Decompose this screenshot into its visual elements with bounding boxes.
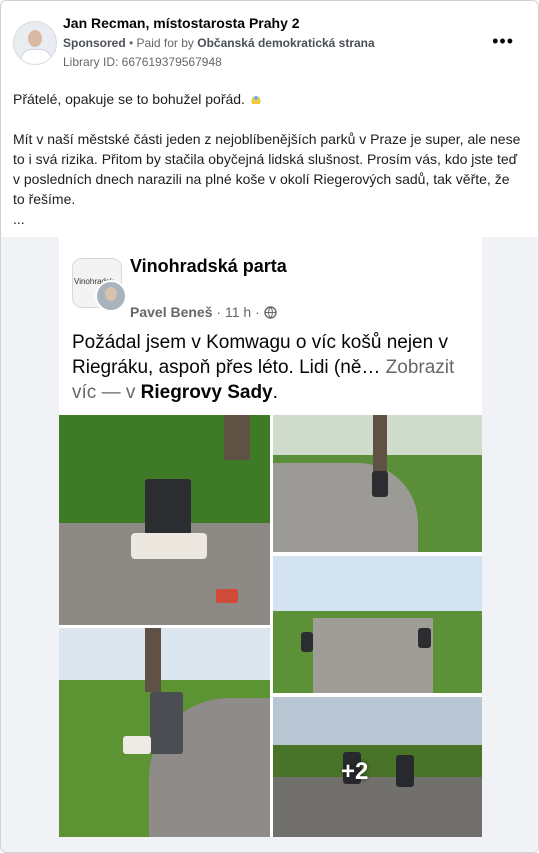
more-horizontal-icon[interactable]: ••• [492, 31, 514, 52]
post-text-line1: Přátelé, opakuje se to bohužel pořád. [13, 89, 524, 109]
photo-1-bin [145, 479, 191, 535]
photo-5-overlay [273, 697, 482, 837]
avatar-shirt [20, 49, 52, 64]
post-text-ellipsis[interactable]: ... [13, 209, 524, 229]
post-text-line2: Mít v naší městské části jeden z nejoblí… [13, 131, 521, 207]
paid-for-label: Paid for by [136, 36, 194, 50]
globe-icon [263, 306, 277, 319]
photo-5[interactable] [273, 697, 482, 837]
author-name[interactable]: Jan Recman, místostarosta Prahy 2 [63, 15, 300, 31]
photo-1-litter [131, 533, 207, 559]
photo-4[interactable] [273, 556, 482, 693]
photo-4-bin-right [418, 628, 431, 648]
post-meta: Pavel Beneš · 11 h · [130, 304, 277, 320]
sponsored-label[interactable]: Sponsored [63, 36, 126, 50]
meta-separator-2: · [255, 304, 260, 320]
avatar-face [28, 30, 42, 47]
post-time[interactable]: 11 h [225, 304, 251, 320]
photo-4-sky [273, 556, 482, 611]
photo-2[interactable] [273, 415, 482, 552]
photo-3-litter [123, 736, 151, 754]
photo-3-trunk [145, 628, 161, 692]
location-link[interactable]: Riegrovy Sady [141, 382, 273, 403]
author-avatar-small[interactable] [95, 280, 127, 312]
payer-name[interactable]: Občanská demokratická strana [197, 36, 374, 50]
photo-3-bin [150, 692, 183, 754]
crying-person-emoji-icon [250, 96, 261, 104]
shared-post-text: Požádal jsem v Komwagu o víc košů nejen … [72, 332, 455, 403]
photo-4-bin-left [301, 632, 313, 652]
meta-separator: · [216, 304, 222, 320]
sponsored-post-card: Jan Recman, místostarosta Prahy 2 Sponso… [0, 0, 539, 853]
photo-3-sky [59, 628, 270, 680]
author-avatar[interactable] [13, 21, 57, 65]
post-body: Přátelé, opakuje se to bohužel pořád. Mí… [13, 89, 524, 229]
photo-3[interactable] [59, 628, 270, 837]
avatar-face-small [105, 287, 117, 301]
photo-2-bin [372, 471, 388, 497]
photo-2-path [273, 463, 418, 552]
sponsored-line: Sponsored • Paid for by Občanská demokra… [63, 36, 375, 50]
post-header: Jan Recman, místostarosta Prahy 2 Sponso… [13, 15, 526, 71]
photo-1-bag [216, 589, 238, 603]
photo-1-trunk [224, 415, 250, 460]
location-prefix: — v [101, 382, 136, 403]
more-photos-count[interactable]: +2 [341, 758, 368, 786]
photo-1[interactable] [59, 415, 270, 625]
group-name[interactable]: Vinohradská parta [130, 256, 287, 277]
photo-4-path [313, 618, 433, 693]
photo-2-trunk [373, 415, 387, 475]
post-author[interactable]: Pavel Beneš [130, 304, 213, 320]
library-id: Library ID: 667619379567948 [63, 55, 222, 69]
